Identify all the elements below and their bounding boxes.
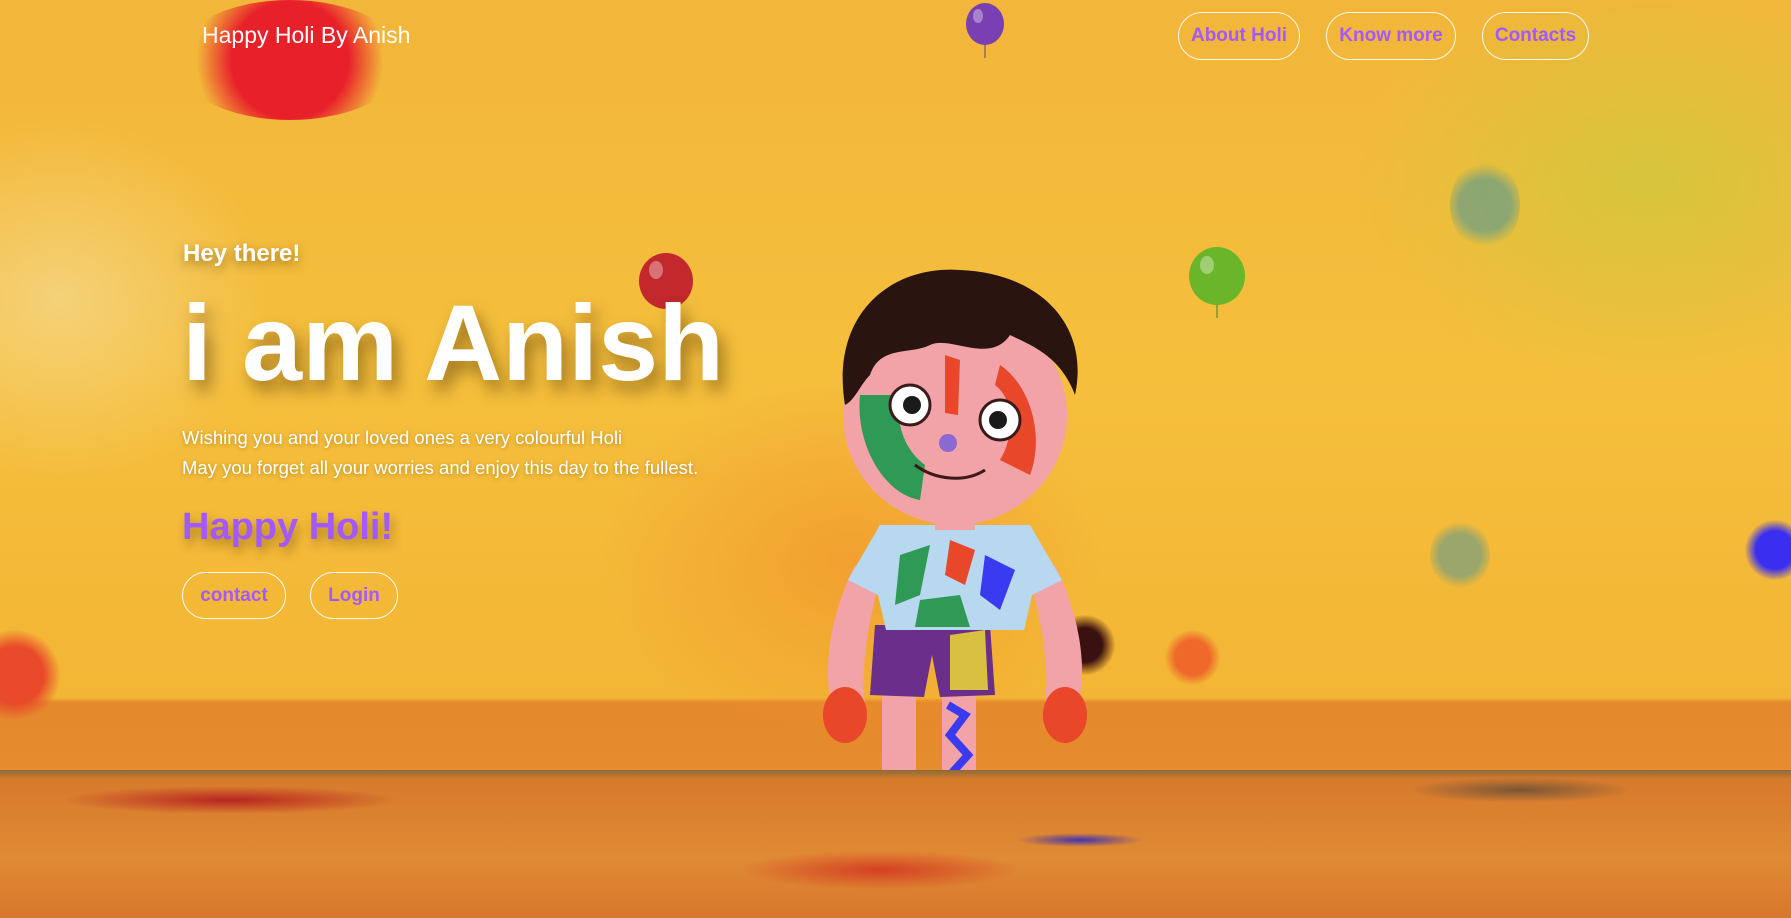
contact-button[interactable]: contact xyxy=(182,572,286,619)
greeting-text: Hey there! xyxy=(183,240,301,267)
nav-know-more-button[interactable]: Know more xyxy=(1326,12,1456,60)
red-splash-left xyxy=(0,630,60,720)
colored-floor xyxy=(0,770,1791,918)
teal-splash-2 xyxy=(1430,520,1490,590)
green-balloon-icon xyxy=(1189,247,1245,318)
nav-contacts-button[interactable]: Contacts xyxy=(1482,12,1589,60)
teal-splash-1 xyxy=(1450,160,1520,250)
brand-title: Happy Holi By Anish xyxy=(202,22,411,48)
happy-holi-wish: Happy Holi! xyxy=(182,506,394,548)
purple-balloon-icon xyxy=(966,3,1004,58)
message-line-2: May you forget all your worries and enjo… xyxy=(182,457,699,478)
hero-headline: i am Anish xyxy=(182,282,725,403)
orange-splash-right xyxy=(1165,630,1220,685)
cartoon-boy-illustration xyxy=(823,269,1087,848)
message-line-1: Wishing you and your loved ones a very c… xyxy=(182,427,623,448)
login-button[interactable]: Login xyxy=(310,572,398,619)
blue-splash-right xyxy=(1745,520,1791,580)
red-splash-top xyxy=(175,0,405,120)
nav-about-holi-button[interactable]: About Holi xyxy=(1178,12,1300,60)
